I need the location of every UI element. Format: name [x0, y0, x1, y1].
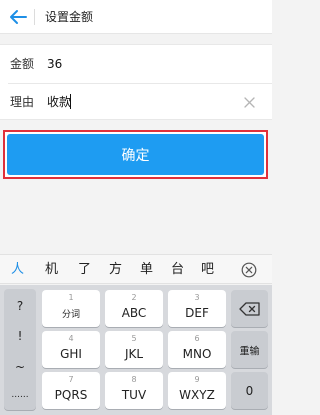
- key-3[interactable]: 3 DEF: [168, 290, 226, 327]
- amount-row[interactable]: 金额 36: [0, 45, 272, 83]
- page-title: 设置金额: [45, 10, 94, 24]
- candidate-item[interactable]: 台: [171, 262, 184, 278]
- candidate-item[interactable]: 人: [11, 262, 24, 278]
- symbol-key[interactable]: ......: [4, 388, 36, 403]
- close-circle-icon[interactable]: [241, 262, 257, 278]
- reenter-label: 重输: [239, 346, 260, 357]
- key-number: 3: [194, 293, 200, 302]
- key-6[interactable]: 6 MNO: [168, 331, 226, 368]
- zero-key[interactable]: 0: [231, 372, 268, 409]
- confirm-button[interactable]: 确定: [7, 134, 264, 175]
- key-8[interactable]: 8 TUV: [105, 372, 163, 409]
- key-number: 2: [131, 293, 137, 302]
- candidate-item[interactable]: 机: [45, 262, 58, 278]
- key-number: 1: [68, 293, 74, 302]
- candidate-item[interactable]: 吧: [201, 262, 214, 278]
- symbol-key[interactable]: ?: [4, 299, 36, 314]
- key-label: ABC: [121, 306, 147, 320]
- key-number: 9: [194, 375, 200, 384]
- t9-keyboard: ? ! ~ ...... 1 分词 2 ABC 3 DEF 4 GHI 5 JK…: [0, 285, 272, 415]
- app-header: 设置金额: [0, 0, 272, 34]
- key-2[interactable]: 2 ABC: [105, 290, 163, 327]
- key-7[interactable]: 7 PQRS: [42, 372, 100, 409]
- key-label: JKL: [124, 347, 144, 361]
- key-9[interactable]: 9 WXYZ: [168, 372, 226, 409]
- reason-input[interactable]: 收款: [47, 94, 71, 110]
- key-label: GHI: [60, 347, 82, 361]
- key-number: 4: [68, 334, 74, 343]
- key-label: MNO: [182, 347, 212, 361]
- reenter-key[interactable]: 重输: [231, 331, 268, 368]
- zero-label: 0: [245, 383, 254, 398]
- key-label: TUV: [121, 388, 147, 402]
- header-divider: [34, 9, 35, 25]
- ime-candidate-bar: 人 机 了 方 单 台 吧: [0, 254, 272, 284]
- key-label: WXYZ: [179, 388, 215, 402]
- backspace-key[interactable]: [231, 290, 268, 327]
- text-caret: [70, 94, 71, 109]
- amount-label: 金额: [10, 57, 35, 71]
- key-number: 7: [68, 375, 74, 384]
- confirm-button-highlight: 确定: [3, 130, 268, 179]
- amount-input[interactable]: 36: [47, 56, 62, 72]
- backspace-icon: [238, 301, 260, 316]
- key-label: PQRS: [54, 388, 88, 402]
- candidate-item[interactable]: 了: [78, 262, 91, 278]
- amount-form: 金额 36 理由 收款: [0, 44, 272, 120]
- key-number: 6: [194, 334, 200, 343]
- candidate-item[interactable]: 方: [109, 262, 122, 278]
- key-number: 5: [131, 334, 137, 343]
- key-1[interactable]: 1 分词: [42, 290, 100, 327]
- reason-label: 理由: [10, 95, 35, 109]
- clear-icon[interactable]: [244, 97, 255, 108]
- back-arrow-icon[interactable]: [8, 8, 28, 26]
- reason-row[interactable]: 理由 收款: [0, 83, 272, 121]
- key-label: DEF: [185, 306, 209, 320]
- key-label: 分词: [61, 310, 80, 320]
- symbol-key[interactable]: ~: [4, 360, 36, 375]
- candidate-item[interactable]: 单: [140, 262, 153, 278]
- key-number: 8: [131, 375, 137, 384]
- symbol-column: ? ! ~ ......: [4, 289, 36, 410]
- key-5[interactable]: 5 JKL: [105, 331, 163, 368]
- symbol-key[interactable]: !: [4, 329, 36, 344]
- key-4[interactable]: 4 GHI: [42, 331, 100, 368]
